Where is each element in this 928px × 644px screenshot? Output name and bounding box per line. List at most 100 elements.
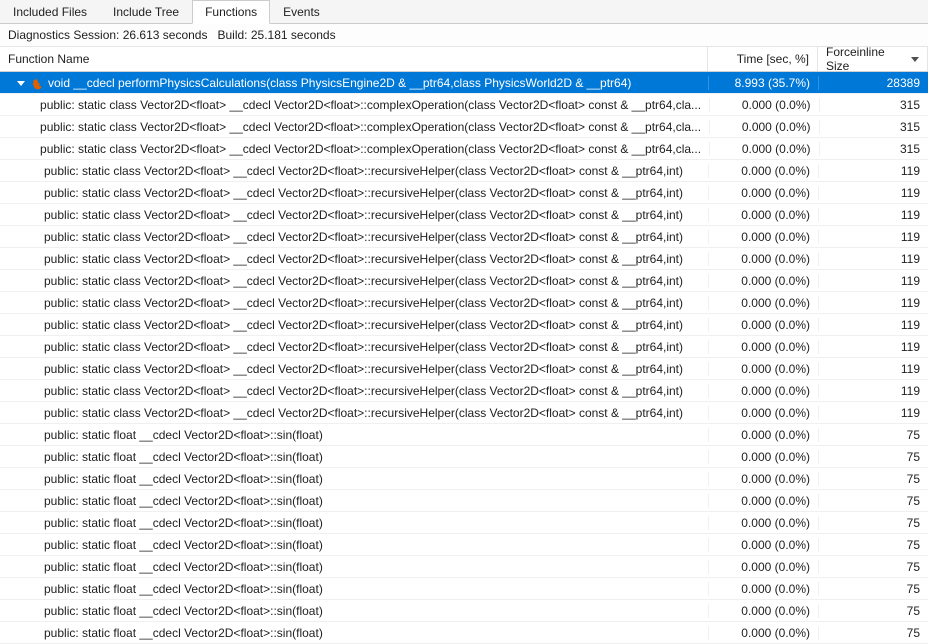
table-row[interactable]: public: static float __cdecl Vector2D<fl… (0, 622, 928, 644)
table-row[interactable]: public: static float __cdecl Vector2D<fl… (0, 512, 928, 534)
time-cell: 0.000 (0.0%) (709, 120, 818, 134)
table-row[interactable]: public: static class Vector2D<float> __c… (0, 94, 928, 116)
table-row[interactable]: public: static class Vector2D<float> __c… (0, 160, 928, 182)
function-name: public: static class Vector2D<float> __c… (44, 274, 683, 288)
table-row[interactable]: public: static class Vector2D<float> __c… (0, 358, 928, 380)
table-row[interactable]: public: static float __cdecl Vector2D<fl… (0, 556, 928, 578)
function-name-cell: public: static class Vector2D<float> __c… (0, 142, 709, 156)
function-name-cell: public: static float __cdecl Vector2D<fl… (0, 450, 708, 464)
size-cell: 75 (818, 626, 928, 640)
time-cell: 0.000 (0.0%) (709, 142, 818, 156)
function-name: public: static class Vector2D<float> __c… (44, 252, 683, 266)
function-name: public: static float __cdecl Vector2D<fl… (44, 516, 323, 530)
function-name-cell: public: static class Vector2D<float> __c… (0, 230, 708, 244)
flame-icon (30, 76, 44, 90)
function-name: public: static class Vector2D<float> __c… (44, 406, 683, 420)
table-row[interactable]: public: static class Vector2D<float> __c… (0, 248, 928, 270)
table-row[interactable]: public: static class Vector2D<float> __c… (0, 138, 928, 160)
time-cell: 0.000 (0.0%) (708, 450, 818, 464)
tab-included-files[interactable]: Included Files (0, 0, 100, 23)
function-name-cell: public: static class Vector2D<float> __c… (0, 274, 708, 288)
table-row[interactable]: void __cdecl performPhysicsCalculations(… (0, 72, 928, 94)
function-name-cell: public: static float __cdecl Vector2D<fl… (0, 472, 708, 486)
size-cell: 315 (819, 98, 928, 112)
size-cell: 75 (818, 604, 928, 618)
time-cell: 0.000 (0.0%) (709, 98, 818, 112)
size-cell: 119 (818, 340, 928, 354)
time-cell: 0.000 (0.0%) (708, 516, 818, 530)
tab-events[interactable]: Events (270, 0, 333, 23)
function-name-cell: public: static class Vector2D<float> __c… (0, 208, 708, 222)
function-name-cell: public: static class Vector2D<float> __c… (0, 362, 708, 376)
function-grid: Function Name Time [sec, %] Forceinline … (0, 47, 928, 644)
function-name-cell: public: static class Vector2D<float> __c… (0, 164, 708, 178)
time-cell: 0.000 (0.0%) (708, 626, 818, 640)
time-cell: 0.000 (0.0%) (708, 164, 818, 178)
time-cell: 0.000 (0.0%) (708, 582, 818, 596)
function-name-cell: void __cdecl performPhysicsCalculations(… (0, 76, 708, 90)
size-cell: 119 (818, 186, 928, 200)
function-name: public: static float __cdecl Vector2D<fl… (44, 538, 323, 552)
col-header-time[interactable]: Time [sec, %] (708, 47, 818, 71)
build-value: 25.181 seconds (251, 28, 336, 42)
function-name: public: static float __cdecl Vector2D<fl… (44, 604, 323, 618)
col-header-name[interactable]: Function Name (0, 47, 708, 71)
size-cell: 119 (818, 318, 928, 332)
table-row[interactable]: public: static float __cdecl Vector2D<fl… (0, 446, 928, 468)
table-row[interactable]: public: static class Vector2D<float> __c… (0, 116, 928, 138)
size-cell: 119 (818, 230, 928, 244)
table-row[interactable]: public: static float __cdecl Vector2D<fl… (0, 534, 928, 556)
table-row[interactable]: public: static class Vector2D<float> __c… (0, 336, 928, 358)
size-cell: 75 (818, 560, 928, 574)
table-row[interactable]: public: static float __cdecl Vector2D<fl… (0, 468, 928, 490)
function-name-cell: public: static class Vector2D<float> __c… (0, 318, 708, 332)
col-header-size[interactable]: Forceinline Size (818, 47, 928, 71)
time-cell: 0.000 (0.0%) (708, 406, 818, 420)
size-cell: 75 (818, 582, 928, 596)
function-name: public: static class Vector2D<float> __c… (40, 142, 701, 156)
table-row[interactable]: public: static class Vector2D<float> __c… (0, 204, 928, 226)
function-name-cell: public: static class Vector2D<float> __c… (0, 384, 708, 398)
function-name-cell: public: static float __cdecl Vector2D<fl… (0, 560, 708, 574)
time-cell: 0.000 (0.0%) (708, 340, 818, 354)
size-cell: 119 (818, 406, 928, 420)
table-row[interactable]: public: static class Vector2D<float> __c… (0, 380, 928, 402)
table-row[interactable]: public: static float __cdecl Vector2D<fl… (0, 424, 928, 446)
time-cell: 0.000 (0.0%) (708, 318, 818, 332)
table-row[interactable]: public: static float __cdecl Vector2D<fl… (0, 600, 928, 622)
col-header-size-label: Forceinline Size (826, 45, 905, 73)
grid-header: Function Name Time [sec, %] Forceinline … (0, 47, 928, 72)
size-cell: 119 (818, 296, 928, 310)
table-row[interactable]: public: static class Vector2D<float> __c… (0, 292, 928, 314)
time-cell: 0.000 (0.0%) (708, 538, 818, 552)
function-name: public: static float __cdecl Vector2D<fl… (44, 428, 323, 442)
function-name: public: static class Vector2D<float> __c… (44, 296, 683, 310)
function-name: public: static class Vector2D<float> __c… (40, 98, 701, 112)
status-bar: Diagnostics Session: 26.613 seconds Buil… (0, 24, 928, 47)
function-name-cell: public: static class Vector2D<float> __c… (0, 296, 708, 310)
tab-functions[interactable]: Functions (192, 0, 270, 24)
time-cell: 0.000 (0.0%) (708, 494, 818, 508)
table-row[interactable]: public: static class Vector2D<float> __c… (0, 182, 928, 204)
sort-desc-icon (911, 52, 919, 66)
function-name-cell: public: static class Vector2D<float> __c… (0, 120, 709, 134)
function-name: public: static float __cdecl Vector2D<fl… (44, 560, 323, 574)
time-cell: 0.000 (0.0%) (708, 208, 818, 222)
function-name-cell: public: static float __cdecl Vector2D<fl… (0, 626, 708, 640)
table-row[interactable]: public: static class Vector2D<float> __c… (0, 270, 928, 292)
expander-icon[interactable] (16, 78, 26, 88)
table-row[interactable]: public: static class Vector2D<float> __c… (0, 314, 928, 336)
function-name: public: static class Vector2D<float> __c… (44, 230, 683, 244)
function-name-cell: public: static class Vector2D<float> __c… (0, 252, 708, 266)
table-row[interactable]: public: static class Vector2D<float> __c… (0, 226, 928, 248)
time-cell: 0.000 (0.0%) (708, 472, 818, 486)
table-row[interactable]: public: static float __cdecl Vector2D<fl… (0, 578, 928, 600)
tab-include-tree[interactable]: Include Tree (100, 0, 192, 23)
function-name-cell: public: static class Vector2D<float> __c… (0, 406, 708, 420)
time-cell: 0.000 (0.0%) (708, 362, 818, 376)
table-row[interactable]: public: static float __cdecl Vector2D<fl… (0, 490, 928, 512)
function-name-cell: public: static class Vector2D<float> __c… (0, 98, 709, 112)
size-cell: 28389 (818, 76, 928, 90)
table-row[interactable]: public: static class Vector2D<float> __c… (0, 402, 928, 424)
size-cell: 119 (818, 362, 928, 376)
